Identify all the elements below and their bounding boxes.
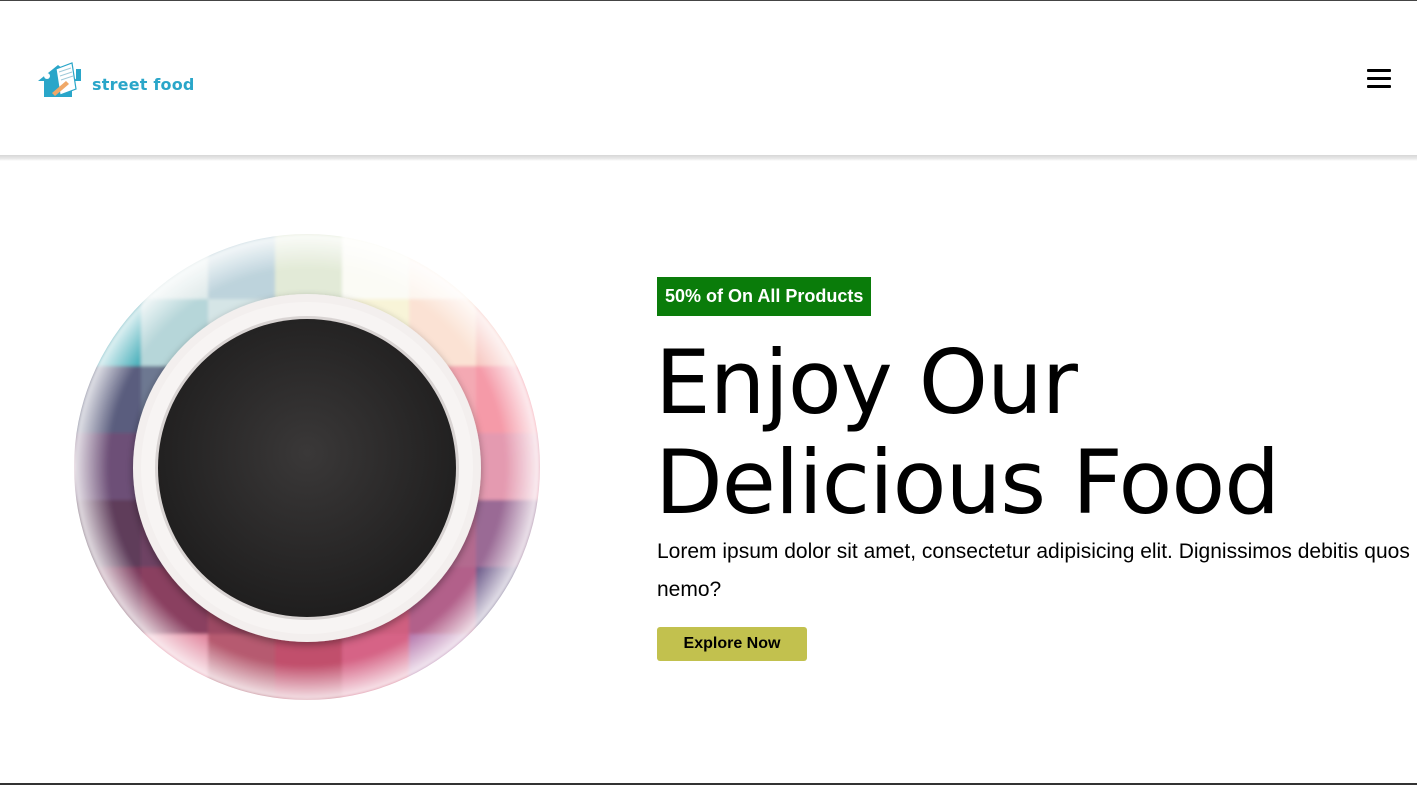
explore-now-button[interactable]: Explore Now (657, 627, 807, 661)
plate-on-pixel-mosaic-image (74, 234, 540, 700)
offer-badge: 50% of On All Products (657, 277, 872, 316)
hero-description: Lorem ipsum dolor sit amet, consectetur … (657, 540, 1410, 601)
house-with-pennant-icon (38, 62, 81, 97)
logo[interactable]: street food (36, 59, 195, 99)
site-header: street food (0, 1, 1417, 156)
hero-title-line-1: Enjoy Our (655, 331, 1078, 434)
logo-text: street food (92, 75, 195, 94)
menu-bar (1367, 77, 1391, 80)
hero-title: Enjoy Our Delicious Food (655, 333, 1395, 533)
menu-bar (1367, 85, 1391, 88)
menu-bar (1367, 69, 1391, 72)
hero-title-line-2: Delicious Food (655, 431, 1280, 534)
header-shadow (0, 155, 1417, 161)
hamburger-menu-icon[interactable] (1367, 69, 1391, 91)
